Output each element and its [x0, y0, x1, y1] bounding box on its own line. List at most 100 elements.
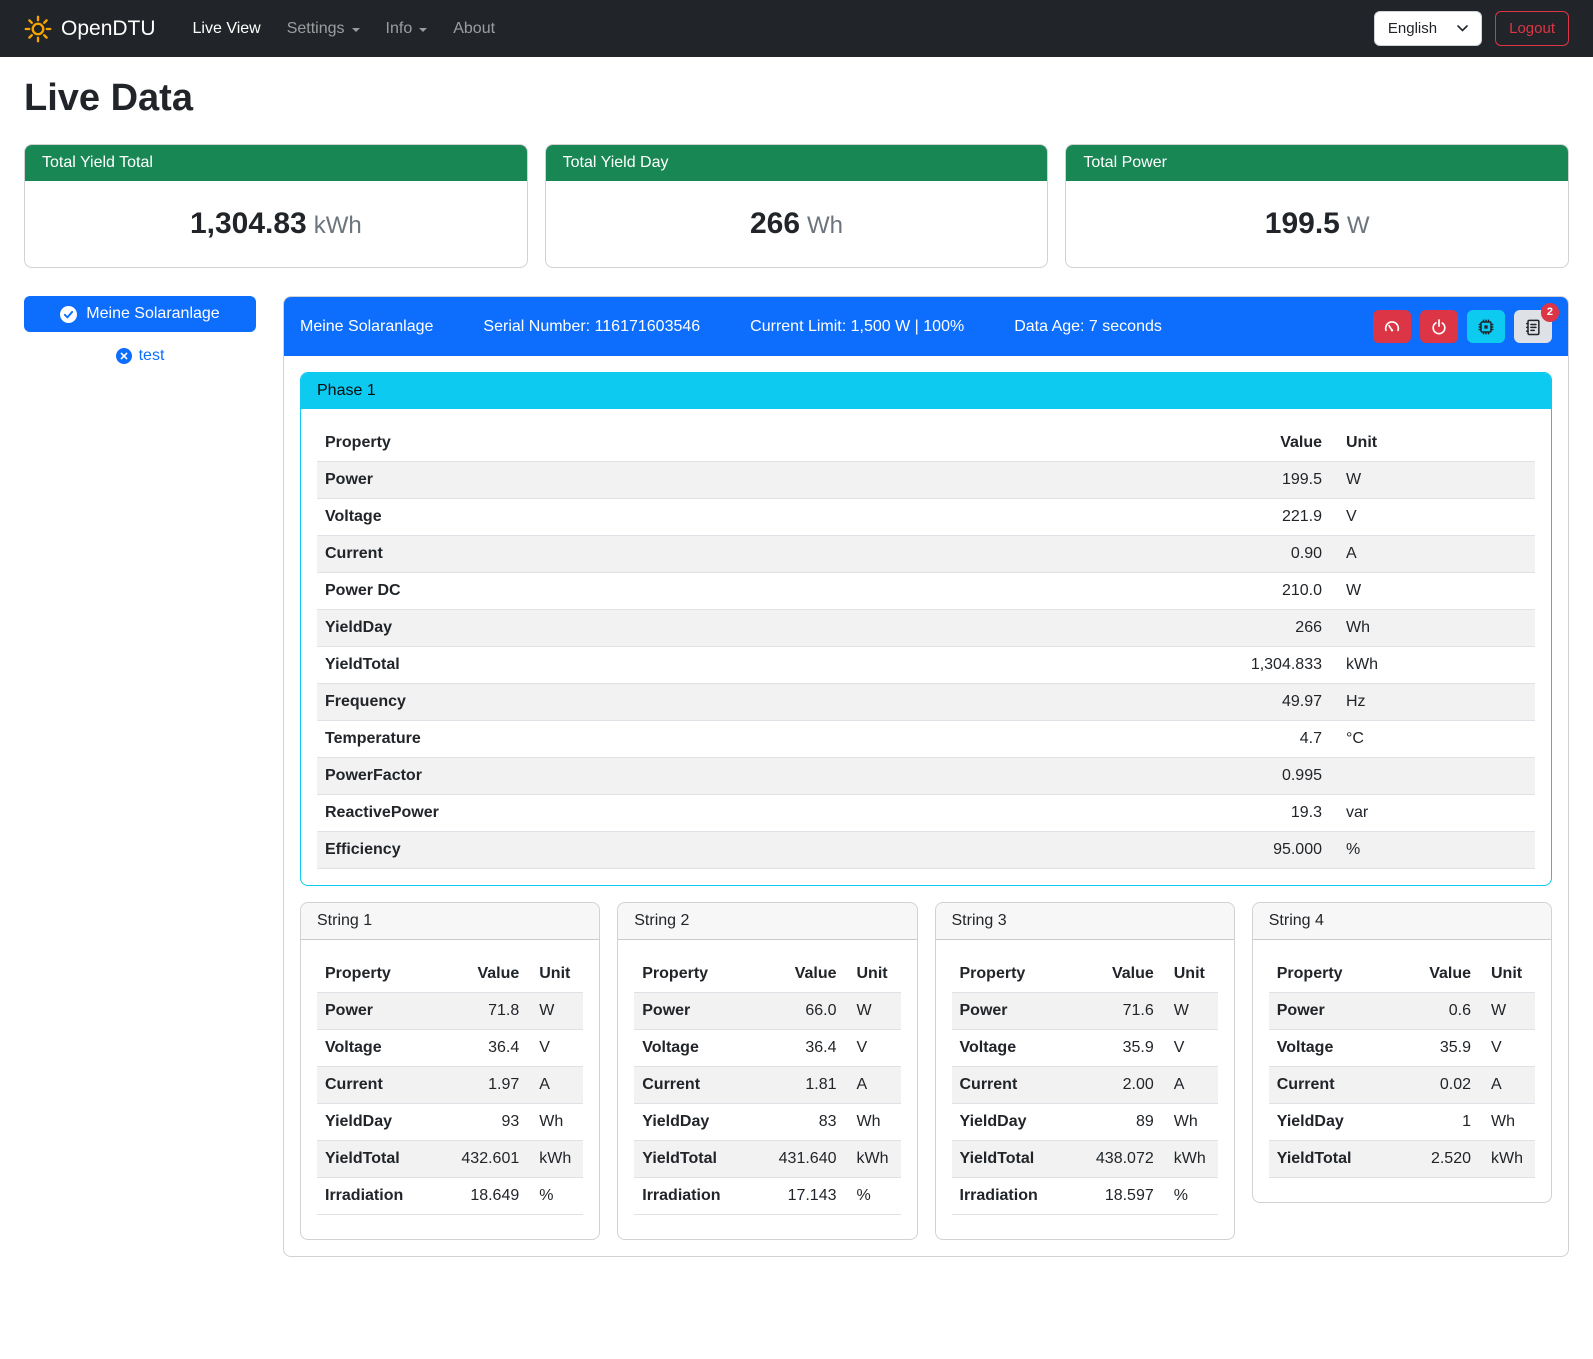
- table-row: Voltage 221.9 V: [317, 499, 1535, 536]
- unit-cell: W: [1162, 1002, 1218, 1020]
- property-cell: Voltage: [1269, 1039, 1395, 1057]
- inverter-select-label: Meine Solaranlage: [86, 305, 219, 323]
- value-cell: 0.6: [1395, 1002, 1479, 1020]
- inverter-serial: Serial Number: 116171603546: [483, 318, 700, 336]
- nav-settings[interactable]: Settings: [274, 12, 373, 46]
- chevron-down-icon: [1457, 25, 1468, 32]
- property-cell: YieldDay: [952, 1113, 1078, 1131]
- value-cell: 0.995: [1180, 767, 1330, 785]
- table-row: Efficiency 95.000 %: [317, 832, 1535, 869]
- summary-unit: kWh: [314, 212, 362, 239]
- device-info-button[interactable]: [1467, 310, 1505, 343]
- value-cell: 18.597: [1078, 1187, 1162, 1205]
- unit-cell: W: [845, 1002, 901, 1020]
- nav-live-view[interactable]: Live View: [180, 12, 274, 46]
- property-cell: YieldDay: [317, 1113, 443, 1131]
- unit-cell: A: [527, 1076, 583, 1094]
- unit-cell: A: [845, 1076, 901, 1094]
- string-card-2: String 2 Property Value Unit: [617, 902, 917, 1240]
- check-circle-icon: [60, 306, 77, 323]
- summary-card-title: Total Yield Total: [25, 145, 527, 181]
- summary-value: 1,304.83: [190, 207, 307, 240]
- table-row: Voltage 36.4 V: [317, 1030, 583, 1067]
- column-header-unit: Unit: [1162, 965, 1218, 983]
- unit-cell: Wh: [1162, 1113, 1218, 1131]
- unit-cell: %: [1162, 1187, 1218, 1205]
- string-table-body: Power 71.8 W Voltage 36.4 V: [317, 993, 583, 1215]
- property-cell: Current: [634, 1076, 760, 1094]
- value-cell: 1.97: [443, 1076, 527, 1094]
- property-cell: Power: [317, 471, 1180, 489]
- inverter-select-button[interactable]: Meine Solaranlage: [24, 296, 256, 332]
- table-row: Power 0.6 W: [1269, 993, 1535, 1030]
- column-header-property: Property: [952, 965, 1078, 983]
- inverter-sidebar: Meine Solaranlage test: [24, 296, 256, 365]
- logout-button[interactable]: Logout: [1495, 11, 1569, 46]
- inverter-current-limit: Current Limit: 1,500 W | 100%: [750, 318, 964, 336]
- language-select[interactable]: English: [1374, 11, 1482, 46]
- cpu-icon: [1476, 317, 1496, 337]
- string-card-body: Property Value Unit Power 0.6: [1253, 940, 1551, 1202]
- table-row: YieldDay 1 Wh: [1269, 1104, 1535, 1141]
- table-row: Power 71.6 W: [952, 993, 1218, 1030]
- nav-about-label: About: [453, 20, 495, 38]
- unit-cell: kWh: [1479, 1150, 1535, 1168]
- nav-about[interactable]: About: [440, 12, 508, 46]
- unit-cell: V: [527, 1039, 583, 1057]
- gauge-icon: [1382, 317, 1402, 337]
- sidebar-item-test[interactable]: test: [24, 347, 256, 365]
- string-card-body: Property Value Unit Power 71.6: [936, 940, 1234, 1239]
- event-log-button[interactable]: 2: [1514, 310, 1552, 343]
- column-header-unit: Unit: [1330, 434, 1535, 452]
- unit-cell: %: [527, 1187, 583, 1205]
- summary-card-total-yield-total: Total Yield Total 1,304.83 kWh: [24, 144, 528, 268]
- value-cell: 221.9: [1180, 508, 1330, 526]
- column-header-property: Property: [317, 965, 443, 983]
- table-row: Power 66.0 W: [634, 993, 900, 1030]
- summary-unit: W: [1347, 212, 1370, 239]
- unit-cell: kWh: [845, 1150, 901, 1168]
- property-cell: Power: [1269, 1002, 1395, 1020]
- value-cell: 432.601: [443, 1150, 527, 1168]
- property-cell: YieldDay: [317, 619, 1180, 637]
- unit-cell: Wh: [1479, 1113, 1535, 1131]
- value-cell: 19.3: [1180, 804, 1330, 822]
- property-cell: Current: [952, 1076, 1078, 1094]
- string-card-4: String 4 Property Value Unit: [1252, 902, 1552, 1203]
- table-row: Irradiation 18.597 %: [952, 1178, 1218, 1215]
- column-header-property: Property: [634, 965, 760, 983]
- x-circle-icon: [116, 348, 132, 364]
- value-cell: 83: [761, 1113, 845, 1131]
- nav-info-label: Info: [386, 20, 413, 38]
- property-cell: YieldDay: [634, 1113, 760, 1131]
- string-card-title: String 2: [618, 903, 916, 940]
- property-cell: Voltage: [952, 1039, 1078, 1057]
- value-cell: 0.90: [1180, 545, 1330, 563]
- nav-info[interactable]: Info: [373, 12, 441, 46]
- nav-settings-label: Settings: [287, 20, 345, 38]
- column-header-value: Value: [1078, 965, 1162, 983]
- table-header-row: Property Value Unit: [952, 956, 1218, 993]
- table-row: YieldTotal 432.601 kWh: [317, 1141, 583, 1178]
- property-cell: PowerFactor: [317, 767, 1180, 785]
- nav-links: Live View Settings Info About: [180, 12, 1368, 46]
- power-button[interactable]: [1420, 310, 1458, 343]
- brand-link[interactable]: OpenDTU: [24, 15, 156, 43]
- unit-cell: W: [1330, 582, 1535, 600]
- property-cell: Irradiation: [952, 1187, 1078, 1205]
- value-cell: 2.520: [1395, 1150, 1479, 1168]
- table-header-row: Property Value Unit: [317, 425, 1535, 462]
- unit-cell: kWh: [1330, 656, 1535, 674]
- property-cell: YieldTotal: [634, 1150, 760, 1168]
- table-row: YieldTotal 2.520 kWh: [1269, 1141, 1535, 1178]
- phase-card-body: Property Value Unit Power 199.5 W: [301, 409, 1551, 885]
- table-row: ReactivePower 19.3 var: [317, 795, 1535, 832]
- navbar-right: English Logout: [1374, 11, 1569, 46]
- sidebar-item-test-label: test: [139, 347, 165, 365]
- property-cell: Current: [317, 545, 1180, 563]
- table-row: YieldDay 93 Wh: [317, 1104, 583, 1141]
- limit-settings-button[interactable]: [1373, 310, 1411, 343]
- property-cell: Voltage: [317, 1039, 443, 1057]
- property-cell: Voltage: [634, 1039, 760, 1057]
- property-cell: Power: [952, 1002, 1078, 1020]
